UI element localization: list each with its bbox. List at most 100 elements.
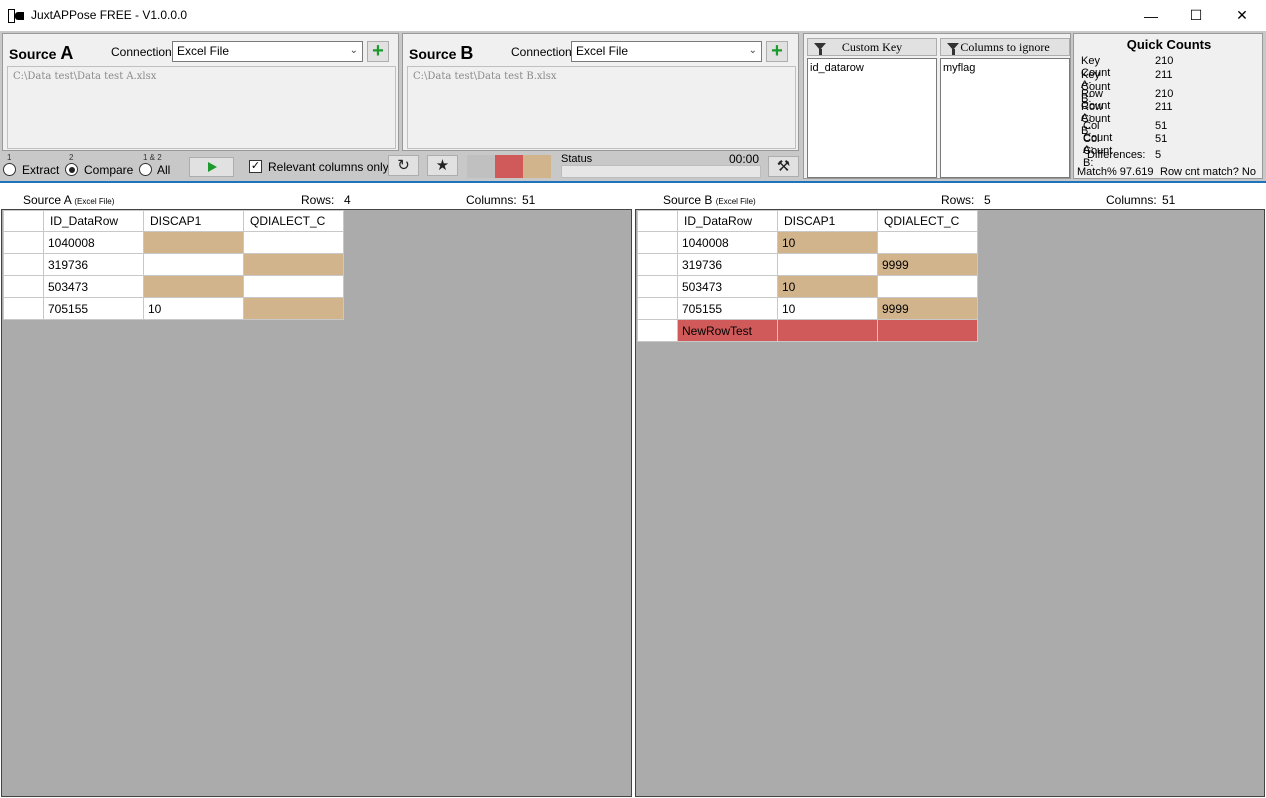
row-header-corner[interactable] (637, 210, 678, 232)
table-cell[interactable]: 319736 (43, 253, 144, 276)
table-cell[interactable]: 1040008 (677, 231, 778, 254)
table-row[interactable]: 319736 9999 (637, 253, 978, 276)
table-cell[interactable] (243, 231, 344, 254)
table-cell[interactable]: 503473 (677, 275, 778, 298)
table-cell[interactable]: 10 (777, 231, 878, 254)
minimize-button[interactable]: — (1128, 0, 1174, 31)
table-cell[interactable]: 705155 (43, 297, 144, 320)
table-row[interactable]: 705155 10 (3, 297, 344, 320)
row-header[interactable] (3, 275, 44, 298)
columns-ignore-header[interactable]: Columns to ignore (940, 38, 1070, 56)
columns-ignore-list[interactable]: myflag (940, 58, 1070, 178)
table-cell[interactable] (777, 253, 878, 276)
table-cell[interactable]: 10 (777, 297, 878, 320)
list-item[interactable]: id_datarow (810, 62, 934, 74)
table-cell[interactable]: NewRowTest (677, 319, 778, 342)
list-item[interactable]: myflag (943, 62, 1067, 74)
row-header[interactable] (637, 231, 678, 254)
custom-key-list[interactable]: id_datarow (807, 58, 937, 178)
source-b-add-button[interactable]: + (766, 41, 788, 62)
refresh-icon: ↻ (397, 157, 410, 174)
compare-label[interactable]: Compare (84, 163, 133, 177)
table-cell[interactable]: 9999 (877, 297, 978, 320)
color-swatch-tan[interactable] (523, 155, 551, 178)
column-header[interactable]: DISCAP1 (143, 210, 244, 232)
source-b-title: Source B (409, 43, 474, 63)
grid-a-table[interactable]: ID_DataRow DISCAP1 QDIALECT_C 1040008 31… (3, 210, 344, 320)
table-header-row: ID_DataRow DISCAP1 QDIALECT_C (3, 210, 344, 232)
color-swatch-gray[interactable] (467, 155, 495, 178)
table-row[interactable]: 319736 (3, 253, 344, 276)
grid-a-source: Source A (Excel File) (23, 193, 115, 207)
table-cell[interactable]: 319736 (677, 253, 778, 276)
row-header[interactable] (637, 297, 678, 320)
refresh-button[interactable]: ↻ (388, 155, 419, 176)
grid-a[interactable]: ID_DataRow DISCAP1 QDIALECT_C 1040008 31… (1, 209, 632, 797)
source-a-connection-select[interactable]: Excel File ⌄ (172, 41, 363, 62)
extract-radio[interactable] (3, 163, 16, 176)
table-cell[interactable]: 1040008 (43, 231, 144, 254)
table-cell[interactable] (777, 319, 878, 342)
row-header[interactable] (637, 319, 678, 342)
source-b-path[interactable]: C:\Data test\Data test B.xlsx (407, 66, 796, 149)
custom-key-header[interactable]: Custom Key (807, 38, 937, 56)
table-cell[interactable] (243, 253, 344, 276)
row-header[interactable] (637, 253, 678, 276)
row-count-match: Row cnt match? No (1160, 166, 1256, 178)
table-cell[interactable]: 9999 (877, 253, 978, 276)
source-a-add-button[interactable]: + (367, 41, 389, 62)
column-header[interactable]: ID_DataRow (677, 210, 778, 232)
relevant-columns-label[interactable]: Relevant columns only (268, 160, 389, 174)
table-row[interactable]: 503473 10 (637, 275, 978, 298)
table-cell[interactable] (143, 253, 244, 276)
grid-b-table[interactable]: ID_DataRow DISCAP1 QDIALECT_C 1040008 10… (637, 210, 978, 342)
grid-b[interactable]: ID_DataRow DISCAP1 QDIALECT_C 1040008 10… (635, 209, 1265, 797)
table-cell[interactable] (877, 275, 978, 298)
grid-b-cols: 51 (1162, 193, 1176, 207)
grid-b-cols-label: Columns: (1106, 193, 1157, 207)
row-header[interactable] (3, 253, 44, 276)
status-time: 00:00 (729, 152, 760, 166)
row-header-corner[interactable] (3, 210, 44, 232)
all-label[interactable]: All (157, 163, 170, 177)
table-cell[interactable] (143, 275, 244, 298)
settings-button[interactable]: ⚒ (768, 156, 799, 177)
table-cell[interactable]: 503473 (43, 275, 144, 298)
table-row[interactable]: 705155 10 9999 (637, 297, 978, 320)
column-header[interactable]: QDIALECT_C (877, 210, 978, 232)
source-b-connection-select[interactable]: Excel File ⌄ (571, 41, 762, 62)
chevron-down-icon: ⌄ (349, 45, 358, 56)
row-header[interactable] (3, 231, 44, 254)
table-cell[interactable] (143, 231, 244, 254)
source-a-panel: Source A Connection Excel File ⌄ + C:\Dat… (2, 33, 399, 151)
table-row[interactable]: 503473 (3, 275, 344, 298)
table-cell[interactable] (243, 297, 344, 320)
compare-radio[interactable] (65, 163, 78, 176)
run-button[interactable] (189, 157, 234, 177)
table-row-new[interactable]: NewRowTest (637, 319, 978, 342)
column-header[interactable]: QDIALECT_C (243, 210, 344, 232)
row-header[interactable] (637, 275, 678, 298)
color-swatch-red[interactable] (495, 155, 523, 178)
grid-b-source: Source B (Excel File) (663, 193, 756, 207)
row-header[interactable] (3, 297, 44, 320)
status-label: Status (561, 153, 593, 165)
source-a-path[interactable]: C:\Data test\Data test A.xlsx (7, 66, 396, 149)
extract-label[interactable]: Extract (22, 163, 59, 177)
relevant-columns-checkbox[interactable]: ✓ (249, 160, 262, 173)
table-cell[interactable]: 10 (143, 297, 244, 320)
favorite-button[interactable]: ★ (427, 155, 458, 176)
column-header[interactable]: DISCAP1 (777, 210, 878, 232)
column-header[interactable]: ID_DataRow (43, 210, 144, 232)
close-button[interactable]: ✕ (1219, 0, 1265, 31)
table-row[interactable]: 1040008 10 (637, 231, 978, 254)
maximize-button[interactable]: ☐ (1173, 0, 1219, 31)
table-cell[interactable] (877, 231, 978, 254)
all-radio[interactable] (139, 163, 152, 176)
table-cell[interactable] (243, 275, 344, 298)
filter-icon (814, 43, 826, 55)
table-cell[interactable] (877, 319, 978, 342)
table-row[interactable]: 1040008 (3, 231, 344, 254)
table-cell[interactable]: 10 (777, 275, 878, 298)
table-cell[interactable]: 705155 (677, 297, 778, 320)
